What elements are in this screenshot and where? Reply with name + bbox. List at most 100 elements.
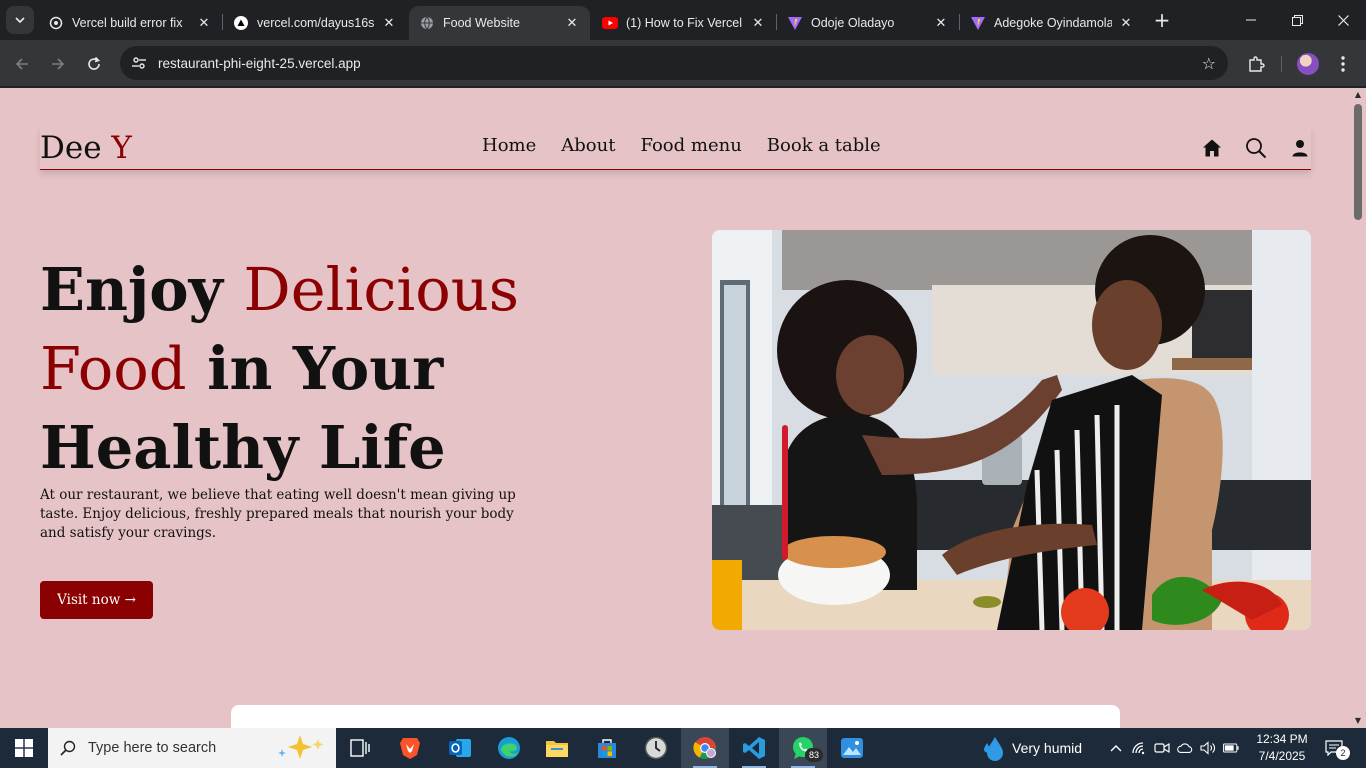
- back-button[interactable]: [8, 50, 36, 78]
- taskbar-chrome[interactable]: [681, 728, 729, 768]
- tab-title: Food Website: [443, 16, 520, 30]
- tab-4[interactable]: (1) How to Fix Vercel ✕: [592, 6, 776, 40]
- tab-6[interactable]: Adegoke Oyindamola ✕: [960, 6, 1144, 40]
- url-text: restaurant-phi-eight-25.vercel.app: [158, 55, 361, 71]
- more-vertical-icon: [1341, 56, 1345, 72]
- nav-about[interactable]: About: [561, 135, 615, 156]
- reload-button[interactable]: [80, 50, 108, 78]
- extensions-button[interactable]: [1242, 50, 1270, 78]
- scroll-thumb[interactable]: [1354, 104, 1362, 220]
- bookmark-star-icon[interactable]: ☆: [1202, 54, 1216, 73]
- tab-3-active[interactable]: Food Website ✕: [409, 6, 590, 40]
- hero-image: [712, 230, 1311, 630]
- home-icon[interactable]: [1201, 137, 1223, 159]
- nav-book-a-table[interactable]: Book a table: [767, 135, 881, 156]
- close-icon[interactable]: ✕: [381, 15, 397, 31]
- hero-title: Enjoy Delicious Food in Your Healthy Lif…: [40, 250, 560, 487]
- tab-search-button[interactable]: [6, 6, 34, 34]
- search-icon[interactable]: [1245, 137, 1267, 159]
- taskbar-photos[interactable]: [828, 728, 876, 768]
- close-icon[interactable]: ✕: [196, 15, 212, 31]
- search-icon: [48, 740, 88, 756]
- forward-button[interactable]: [44, 50, 72, 78]
- main-nav: Home About Food menu Book a table: [482, 135, 881, 156]
- clock-time: 12:34 PM: [1256, 732, 1308, 746]
- windows-logo-icon: [15, 739, 33, 757]
- taskbar-outlook[interactable]: [436, 728, 484, 768]
- puzzle-icon: [1249, 56, 1265, 72]
- volume-icon[interactable]: [1200, 741, 1216, 755]
- taskbar-brave[interactable]: [386, 728, 434, 768]
- whatsapp-unread-badge: 83: [805, 748, 823, 762]
- minimize-icon: [1246, 19, 1256, 21]
- address-bar[interactable]: restaurant-phi-eight-25.vercel.app ☆: [120, 46, 1228, 80]
- toolbar-divider: [1281, 56, 1282, 72]
- tab-title: (1) How to Fix Vercel: [626, 16, 743, 30]
- humidity-drop-icon: [984, 737, 1003, 761]
- windows-taskbar: Type here to search 83 Very humid 12:34 …: [0, 728, 1366, 768]
- logo-accent-text: Y: [111, 130, 132, 166]
- minimize-button[interactable]: [1228, 0, 1274, 40]
- folder-icon: [546, 741, 568, 757]
- page-viewport: Dee Y Home About Food menu Book a table …: [0, 88, 1350, 728]
- scroll-down-arrow-icon[interactable]: ▼: [1353, 717, 1363, 725]
- store-icon: [598, 739, 616, 758]
- battery-icon[interactable]: [1223, 743, 1239, 753]
- taskbar-file-explorer[interactable]: [533, 728, 581, 768]
- vite-icon: [787, 15, 803, 31]
- weather-widget[interactable]: Very humid: [982, 728, 1082, 768]
- network-icon[interactable]: [1131, 741, 1147, 755]
- taskbar-search[interactable]: Type here to search: [48, 728, 336, 768]
- close-icon[interactable]: ✕: [1118, 15, 1134, 31]
- task-view-button[interactable]: [336, 728, 384, 768]
- tab-1[interactable]: Vercel build error fix ✕: [38, 6, 222, 40]
- close-icon: [1337, 14, 1349, 26]
- visit-now-button[interactable]: Visit now →: [40, 581, 153, 619]
- nav-home[interactable]: Home: [482, 135, 536, 156]
- youtube-icon: [602, 15, 618, 31]
- couple-cooking-photo: [712, 230, 1311, 630]
- close-window-button[interactable]: [1320, 0, 1366, 40]
- browser-toolbar: restaurant-phi-eight-25.vercel.app ☆: [0, 40, 1366, 87]
- close-icon[interactable]: ✕: [564, 15, 580, 31]
- browser-menu-button[interactable]: [1332, 52, 1354, 76]
- page-scrollbar[interactable]: ▲ ▼: [1350, 88, 1366, 728]
- close-icon[interactable]: ✕: [933, 15, 949, 31]
- hero-title-part1: Enjoy: [40, 255, 244, 324]
- vercel-icon: [233, 15, 249, 31]
- arrow-left-icon: [15, 58, 28, 70]
- tab-2[interactable]: vercel.com/dayus16s ✕: [223, 6, 407, 40]
- outlook-icon: [449, 739, 471, 757]
- search-placeholder: Type here to search: [88, 740, 217, 756]
- tab-5[interactable]: Odoje Oladayo ✕: [777, 6, 959, 40]
- vite-icon: [970, 15, 986, 31]
- site-settings-icon[interactable]: [122, 46, 156, 80]
- start-button[interactable]: [0, 728, 48, 768]
- nav-food-menu[interactable]: Food menu: [640, 135, 741, 156]
- restore-button[interactable]: [1274, 0, 1320, 40]
- site-header: Dee Y Home About Food menu Book a table: [40, 127, 1311, 170]
- taskbar-microsoft-store[interactable]: [583, 728, 631, 768]
- tab-title: Vercel build error fix: [72, 16, 183, 30]
- taskbar-whatsapp[interactable]: 83: [779, 728, 827, 768]
- chevron-up-icon[interactable]: [1108, 744, 1124, 752]
- scroll-up-arrow-icon[interactable]: ▲: [1353, 91, 1363, 99]
- tab-title: Adegoke Oyindamola: [994, 16, 1112, 30]
- weather-text: Very humid: [1012, 740, 1083, 756]
- taskbar-edge[interactable]: [485, 728, 533, 768]
- meet-now-icon[interactable]: [1154, 741, 1170, 755]
- taskbar-vscode[interactable]: [730, 728, 778, 768]
- taskbar-clock-app[interactable]: [632, 728, 680, 768]
- close-icon[interactable]: ✕: [750, 15, 766, 31]
- new-tab-button[interactable]: +: [1150, 8, 1174, 32]
- hero-description: At our restaurant, we believe that eatin…: [40, 487, 516, 541]
- arrow-right-icon: [52, 58, 65, 70]
- taskbar-clock[interactable]: 12:34 PM 7/4/2025: [1254, 731, 1310, 765]
- header-icons: [1201, 137, 1311, 159]
- profile-avatar[interactable]: [1297, 53, 1319, 75]
- site-logo[interactable]: Dee Y: [40, 130, 132, 166]
- onedrive-icon[interactable]: [1177, 742, 1193, 754]
- notifications-button[interactable]: 2: [1322, 736, 1350, 760]
- photos-icon: [841, 738, 863, 758]
- user-icon[interactable]: [1289, 137, 1311, 159]
